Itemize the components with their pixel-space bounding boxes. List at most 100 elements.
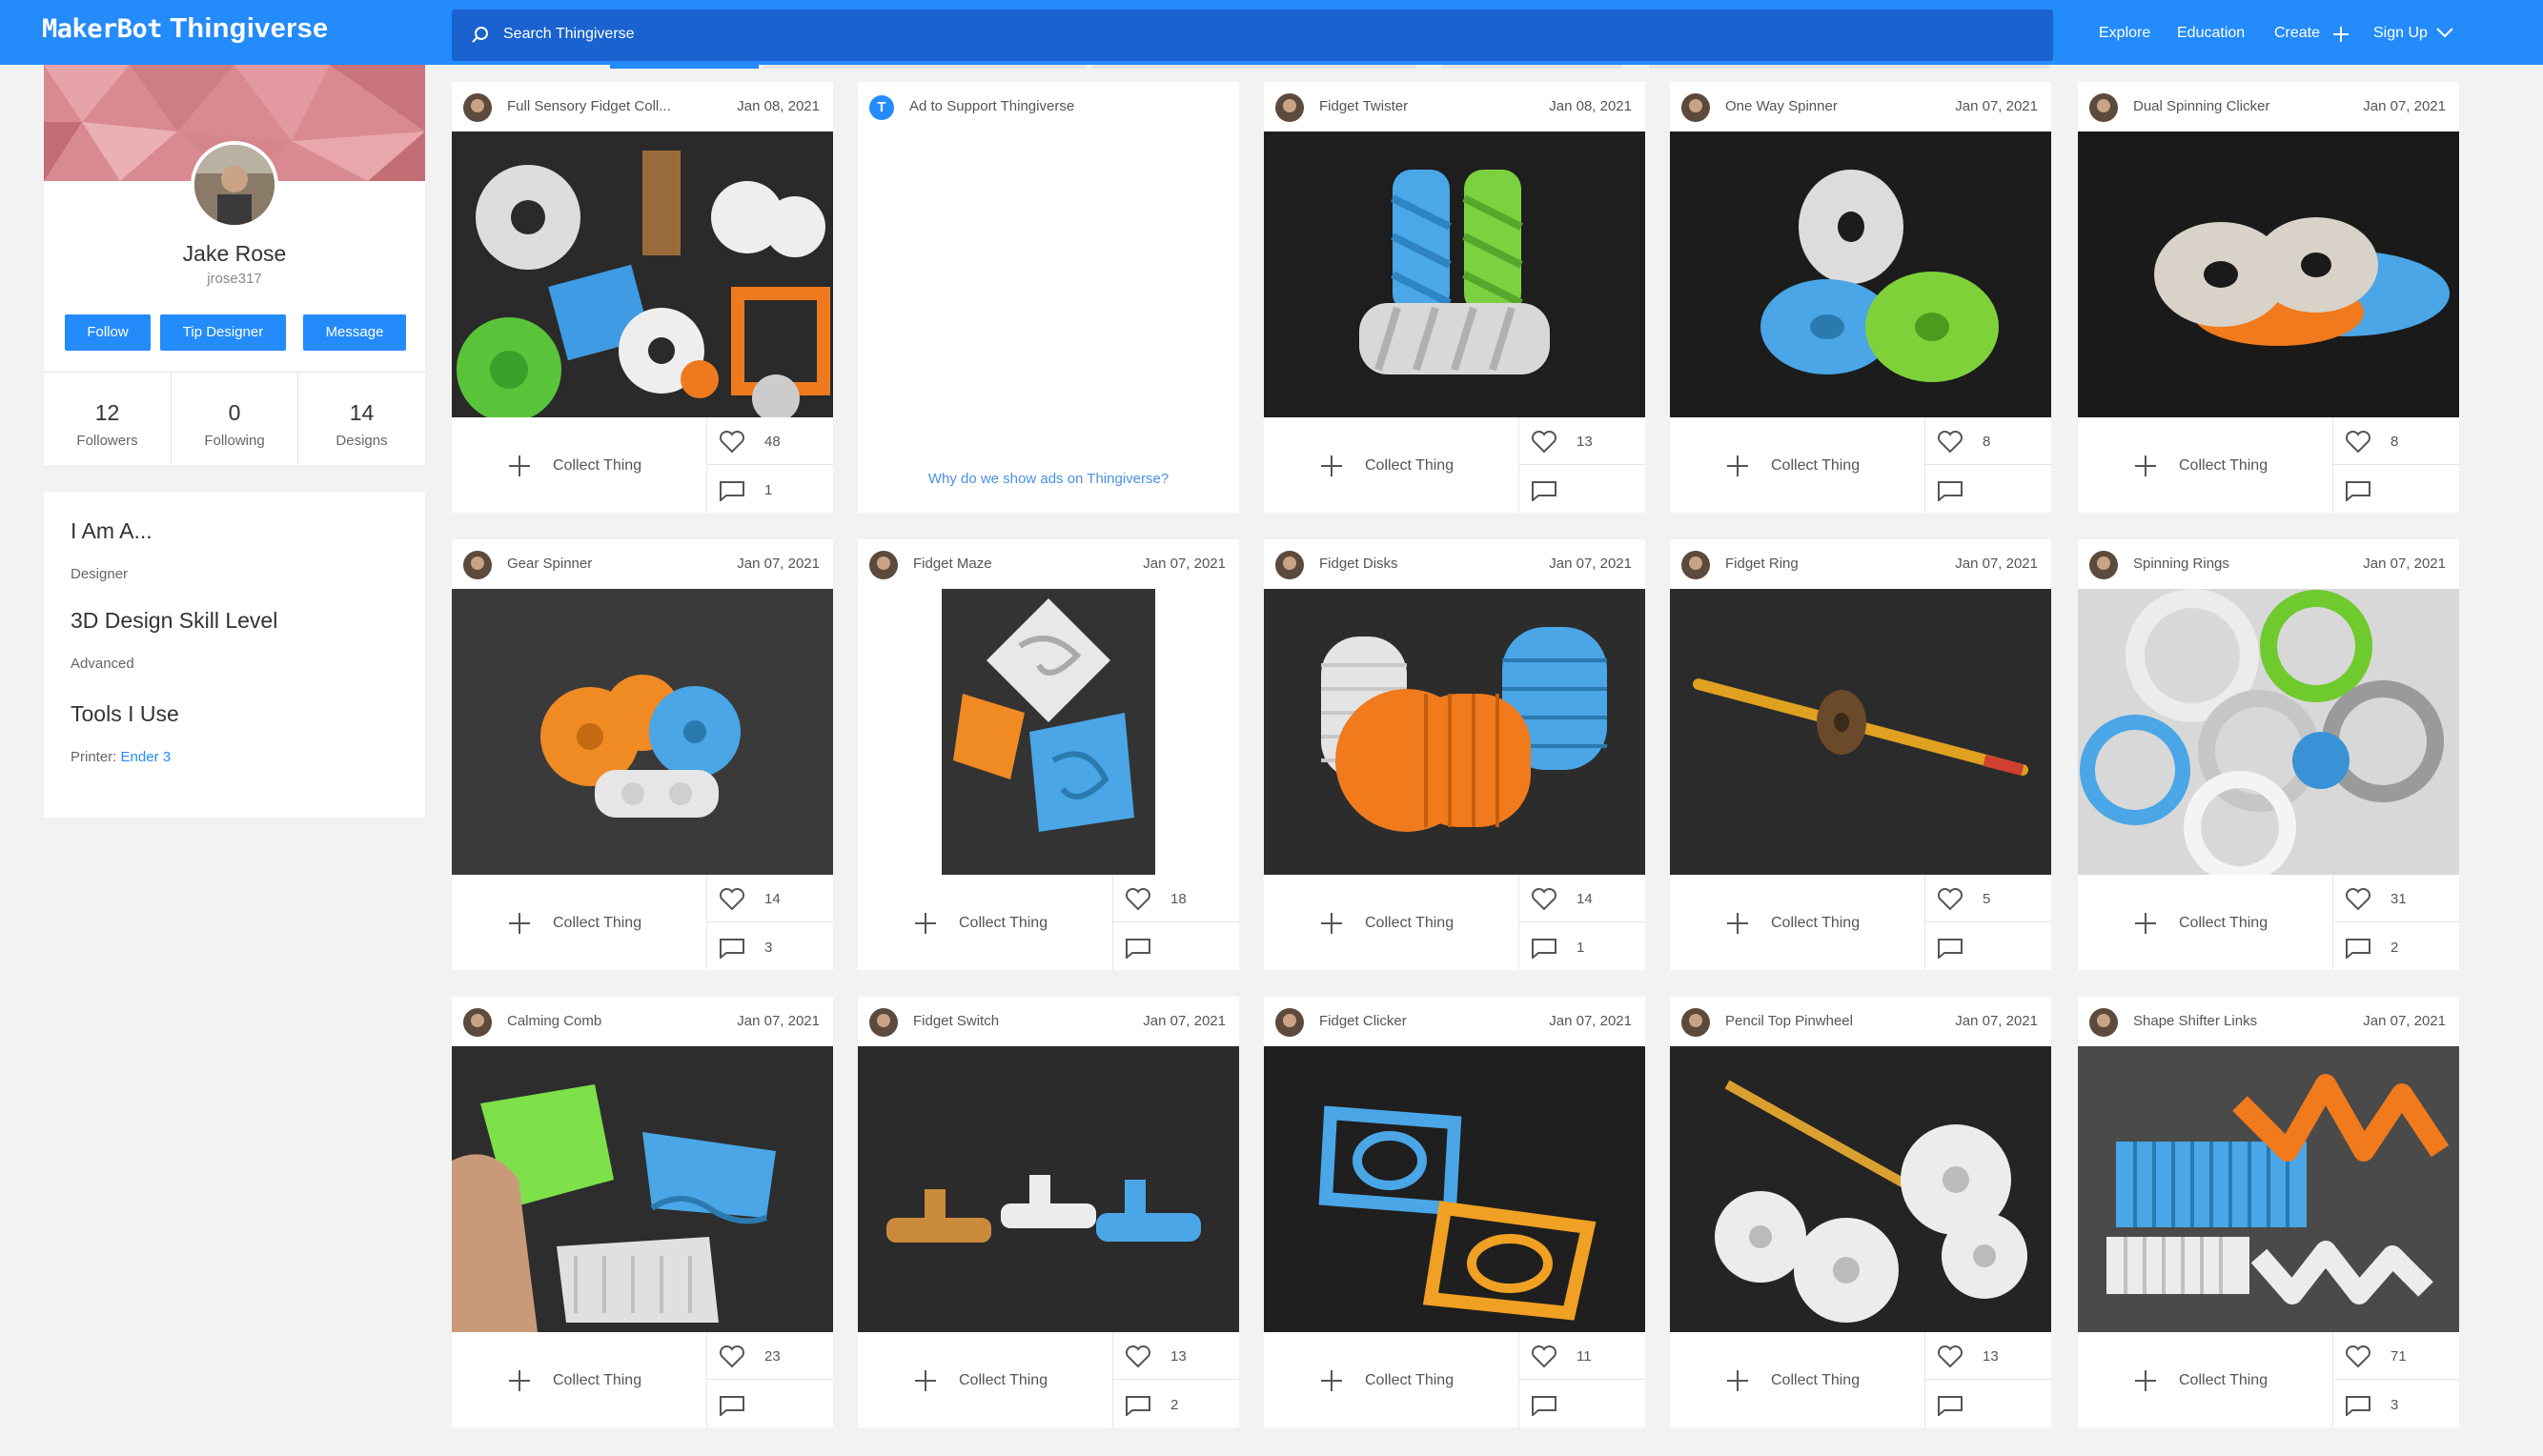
like-button[interactable]: 71: [2333, 1332, 2459, 1380]
message-button[interactable]: Message: [303, 314, 406, 351]
like-button[interactable]: 14: [707, 875, 833, 922]
creator-avatar[interactable]: [1681, 93, 1710, 122]
creator-avatar[interactable]: [463, 551, 492, 579]
creator-avatar[interactable]: [1275, 1008, 1304, 1037]
thing-title[interactable]: Gear Spinner: [507, 556, 592, 572]
following-stat[interactable]: 0 Following: [171, 372, 297, 465]
thing-image[interactable]: [2078, 1046, 2459, 1332]
creator-avatar[interactable]: [1275, 551, 1304, 579]
comment-button[interactable]: [1925, 922, 2051, 970]
comment-button[interactable]: 3: [707, 922, 833, 970]
collect-thing-button[interactable]: Collect Thing: [452, 417, 707, 513]
thing-image[interactable]: [2078, 131, 2459, 417]
thing-card[interactable]: Fidget Twister Jan 08, 2021 Collect Thin…: [1264, 82, 1645, 513]
creator-avatar[interactable]: [463, 1008, 492, 1037]
like-button[interactable]: 5: [1925, 875, 2051, 922]
search-input[interactable]: Search Thingiverse: [452, 10, 2053, 61]
thing-title[interactable]: Shape Shifter Links: [2133, 1013, 2257, 1029]
nav-education[interactable]: Education: [2177, 25, 2245, 42]
thing-title[interactable]: Spinning Rings: [2133, 556, 2229, 572]
like-button[interactable]: 13: [1519, 417, 1645, 465]
collect-thing-button[interactable]: Collect Thing: [452, 1332, 707, 1427]
followers-stat[interactable]: 12 Followers: [44, 372, 171, 465]
comment-button[interactable]: 2: [1113, 1380, 1239, 1427]
thing-title[interactable]: Fidget Maze: [913, 556, 992, 572]
tip-designer-button[interactable]: Tip Designer: [160, 314, 286, 351]
thing-image[interactable]: [2078, 589, 2459, 875]
creator-avatar[interactable]: [1275, 93, 1304, 122]
thing-card[interactable]: Fidget Clicker Jan 07, 2021 Collect Thin…: [1264, 997, 1645, 1427]
like-button[interactable]: 48: [707, 417, 833, 465]
collect-thing-button[interactable]: Collect Thing: [858, 875, 1113, 970]
thing-image[interactable]: [1670, 589, 2051, 875]
collect-thing-button[interactable]: Collect Thing: [858, 1332, 1113, 1427]
comment-button[interactable]: [1519, 1380, 1645, 1427]
creator-avatar[interactable]: [463, 93, 492, 122]
thing-card[interactable]: Spinning Rings Jan 07, 2021 Collect Thin…: [2078, 539, 2459, 970]
comment-button[interactable]: 2: [2333, 922, 2459, 970]
why-ads-link[interactable]: Why do we show ads on Thingiverse?: [858, 471, 1239, 487]
collect-thing-button[interactable]: Collect Thing: [1264, 1332, 1519, 1427]
thing-title[interactable]: One Way Spinner: [1725, 98, 1838, 114]
thing-title[interactable]: Calming Comb: [507, 1013, 601, 1029]
thing-title[interactable]: Dual Spinning Clicker: [2133, 98, 2269, 114]
collect-thing-button[interactable]: Collect Thing: [1670, 1332, 1925, 1427]
collect-thing-button[interactable]: Collect Thing: [2078, 417, 2333, 513]
like-button[interactable]: 14: [1519, 875, 1645, 922]
collect-thing-button[interactable]: Collect Thing: [2078, 875, 2333, 970]
printer-link[interactable]: Ender 3: [121, 749, 172, 765]
thing-title[interactable]: Fidget Twister: [1319, 98, 1408, 114]
creator-avatar[interactable]: [2089, 93, 2118, 122]
collect-thing-button[interactable]: Collect Thing: [2078, 1332, 2333, 1427]
nav-sign-up[interactable]: Sign Up: [2373, 25, 2453, 42]
collect-thing-button[interactable]: Collect Thing: [1264, 875, 1519, 970]
thing-card[interactable]: Calming Comb Jan 07, 2021 Collect Thing …: [452, 997, 833, 1427]
thing-image[interactable]: [452, 131, 833, 417]
like-button[interactable]: 13: [1113, 1332, 1239, 1380]
comment-button[interactable]: [1113, 922, 1239, 970]
thing-card[interactable]: Shape Shifter Links Jan 07, 2021 Collect…: [2078, 997, 2459, 1427]
thing-image[interactable]: [452, 1046, 833, 1332]
thing-image[interactable]: [1670, 131, 2051, 417]
creator-avatar[interactable]: [869, 551, 898, 579]
thing-title[interactable]: Fidget Ring: [1725, 556, 1799, 572]
comment-button[interactable]: [707, 1380, 833, 1427]
thing-title[interactable]: Fidget Disks: [1319, 556, 1398, 572]
comment-button[interactable]: 1: [1519, 922, 1645, 970]
collect-thing-button[interactable]: Collect Thing: [1264, 417, 1519, 513]
thing-image[interactable]: [858, 589, 1239, 875]
thing-title[interactable]: Pencil Top Pinwheel: [1725, 1013, 1853, 1029]
comment-button[interactable]: [1519, 465, 1645, 513]
thing-title[interactable]: Fidget Clicker: [1319, 1013, 1407, 1029]
creator-avatar[interactable]: [1681, 1008, 1710, 1037]
like-button[interactable]: 13: [1925, 1332, 2051, 1380]
avatar[interactable]: [191, 141, 278, 229]
thing-title[interactable]: Full Sensory Fidget Coll...: [507, 98, 671, 114]
thing-card[interactable]: Fidget Maze Jan 07, 2021 Collect Thing 1…: [858, 539, 1239, 970]
like-button[interactable]: 8: [2333, 417, 2459, 465]
collect-thing-button[interactable]: Collect Thing: [1670, 417, 1925, 513]
comment-button[interactable]: [1925, 1380, 2051, 1427]
comment-button[interactable]: [1925, 465, 2051, 513]
comment-button[interactable]: [2333, 465, 2459, 513]
thing-title[interactable]: Fidget Switch: [913, 1013, 999, 1029]
thing-card[interactable]: Fidget Switch Jan 07, 2021 Collect Thing…: [858, 997, 1239, 1427]
thing-image[interactable]: [1264, 589, 1645, 875]
thing-card[interactable]: Dual Spinning Clicker Jan 07, 2021 Colle…: [2078, 82, 2459, 513]
creator-avatar[interactable]: [2089, 1008, 2118, 1037]
thing-card[interactable]: Fidget Disks Jan 07, 2021 Collect Thing …: [1264, 539, 1645, 970]
creator-avatar[interactable]: [869, 1008, 898, 1037]
thing-card[interactable]: Fidget Ring Jan 07, 2021 Collect Thing 5: [1670, 539, 2051, 970]
like-button[interactable]: 31: [2333, 875, 2459, 922]
thing-card[interactable]: Pencil Top Pinwheel Jan 07, 2021 Collect…: [1670, 997, 2051, 1427]
thingiverse-logo[interactable]: MakerBot Thingiverse: [42, 13, 328, 45]
nav-explore[interactable]: Explore: [2099, 25, 2150, 42]
nav-create[interactable]: Create: [2274, 25, 2349, 42]
comment-button[interactable]: 1: [707, 465, 833, 513]
thing-card[interactable]: Full Sensory Fidget Coll... Jan 08, 2021…: [452, 82, 833, 513]
designs-stat[interactable]: 14 Designs: [297, 372, 425, 465]
thing-image[interactable]: [1670, 1046, 2051, 1332]
comment-button[interactable]: 3: [2333, 1380, 2459, 1427]
creator-avatar[interactable]: [1681, 551, 1710, 579]
like-button[interactable]: 8: [1925, 417, 2051, 465]
